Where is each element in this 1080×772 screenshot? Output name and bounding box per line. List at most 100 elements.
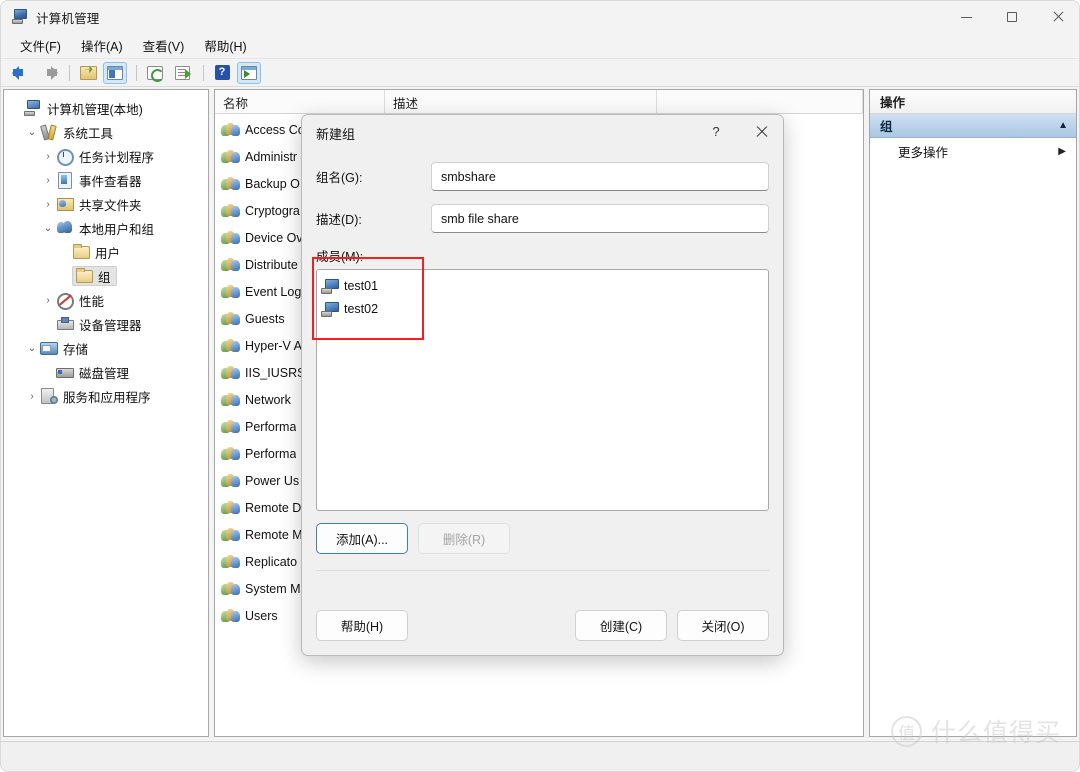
chevron-down-icon[interactable]: ⌄ bbox=[40, 223, 56, 234]
maximize-button[interactable] bbox=[989, 1, 1035, 33]
storage-icon bbox=[40, 340, 58, 356]
chevron-down-icon[interactable]: ⌄ bbox=[24, 343, 40, 354]
action-more-actions[interactable]: 更多操作 ▶ bbox=[870, 138, 1076, 164]
chevron-down-icon[interactable]: ⌄ bbox=[24, 127, 40, 138]
group-name-cell: Performa bbox=[245, 419, 297, 434]
group-name-cell: Remote D bbox=[245, 500, 302, 515]
member-list-item[interactable]: test01 bbox=[321, 274, 768, 297]
watermark-logo: 值 bbox=[890, 715, 922, 747]
chevron-right-icon[interactable]: › bbox=[40, 295, 56, 306]
list-header: 名称 描述 bbox=[215, 90, 863, 114]
close-dialog-button[interactable]: 关闭(O) bbox=[677, 610, 769, 641]
members-list[interactable]: test01 test02 bbox=[316, 269, 769, 511]
tree-item[interactable]: › 共享文件夹 bbox=[4, 192, 208, 216]
group-icon bbox=[221, 203, 240, 219]
column-name[interactable]: 名称 bbox=[215, 90, 385, 114]
up-folder-icon[interactable] bbox=[76, 62, 100, 84]
tree-item[interactable]: › 性能 bbox=[4, 288, 208, 312]
chevron-right-icon[interactable]: › bbox=[40, 175, 56, 186]
group-name-label: 组名(G): bbox=[316, 171, 363, 185]
group-icon bbox=[221, 365, 240, 381]
group-name-cell: Administr bbox=[245, 149, 298, 164]
tree-item-label: 事件查看器 bbox=[79, 174, 142, 189]
device-icon bbox=[56, 316, 74, 332]
chevron-up-icon[interactable]: ▲ bbox=[1058, 120, 1068, 131]
member-buttons: 添加(A)... 删除(R) bbox=[316, 523, 769, 554]
show-tree-pane-icon[interactable] bbox=[103, 61, 127, 84]
member-name: test01 bbox=[344, 278, 379, 293]
back-icon[interactable] bbox=[9, 62, 33, 84]
refresh-icon[interactable] bbox=[143, 62, 167, 84]
help-icon[interactable]: ? bbox=[210, 62, 234, 84]
perf-icon bbox=[56, 292, 74, 310]
tree-item[interactable]: 计算机管理(本地) bbox=[4, 96, 208, 120]
help-button[interactable]: 帮助(H) bbox=[316, 610, 408, 641]
tree-item-label: 组 bbox=[98, 270, 111, 285]
minimize-button[interactable] bbox=[943, 1, 989, 33]
close-button[interactable] bbox=[1035, 1, 1079, 33]
tools-icon bbox=[40, 124, 58, 140]
tree-item[interactable]: ⌄ 本地用户和组 bbox=[4, 216, 208, 240]
chevron-right-icon[interactable]: › bbox=[40, 151, 56, 162]
dialog-body: 组名(G): smbshare 描述(D): smb file share 成员… bbox=[302, 152, 783, 571]
member-name: test02 bbox=[344, 301, 379, 316]
menu-view[interactable]: 查看(V) bbox=[134, 33, 194, 58]
tree-item-content: 事件查看器 bbox=[56, 170, 145, 190]
actions-section-group[interactable]: 组 ▲ bbox=[870, 114, 1076, 138]
toolbar-separator bbox=[69, 64, 70, 81]
tree-item[interactable]: 设备管理器 bbox=[4, 312, 208, 336]
column-description[interactable]: 描述 bbox=[385, 90, 657, 114]
menu-help[interactable]: 帮助(H) bbox=[195, 33, 255, 58]
dialog-footer: 帮助(H) 创建(C) 关闭(O) bbox=[302, 610, 783, 641]
actions-pane: 操作 组 ▲ 更多操作 ▶ bbox=[869, 89, 1077, 737]
forward-icon[interactable] bbox=[36, 62, 60, 84]
event-icon bbox=[56, 172, 74, 189]
menu-action[interactable]: 操作(A) bbox=[72, 33, 132, 58]
dialog-close-icon[interactable] bbox=[741, 115, 781, 148]
toolbar-separator bbox=[203, 64, 204, 81]
dialog-divider bbox=[316, 570, 769, 571]
tree-item[interactable]: › 任务计划程序 bbox=[4, 144, 208, 168]
group-name-input[interactable]: smbshare bbox=[431, 162, 769, 191]
tree-item[interactable]: 组 bbox=[4, 264, 208, 288]
tree-item[interactable]: 用户 bbox=[4, 240, 208, 264]
show-action-pane-icon[interactable] bbox=[237, 61, 261, 84]
chevron-right-icon: ▶ bbox=[1058, 145, 1066, 157]
tree-item-label: 共享文件夹 bbox=[79, 198, 142, 213]
description-input[interactable]: smb file share bbox=[431, 204, 769, 233]
tree-item[interactable]: 磁盘管理 bbox=[4, 360, 208, 384]
remove-member-button: 删除(R) bbox=[418, 523, 510, 554]
tree-item[interactable]: ⌄ 系统工具 bbox=[4, 120, 208, 144]
tree-item-label: 磁盘管理 bbox=[79, 366, 130, 381]
add-member-button[interactable]: 添加(A)... bbox=[316, 523, 408, 554]
group-icon bbox=[221, 230, 240, 246]
group-name-cell: Performa bbox=[245, 446, 297, 461]
export-list-icon[interactable] bbox=[170, 62, 194, 84]
computer-icon bbox=[24, 100, 42, 116]
description-label: 描述(D): bbox=[316, 213, 362, 227]
group-name-cell: Remote M bbox=[245, 527, 303, 542]
menu-file[interactable]: 文件(F) bbox=[11, 33, 70, 58]
dialog-help-icon[interactable]: ? bbox=[696, 115, 736, 148]
tree-item[interactable]: › 事件查看器 bbox=[4, 168, 208, 192]
create-button[interactable]: 创建(C) bbox=[575, 610, 667, 641]
tree-item[interactable]: › 服务和应用程序 bbox=[4, 384, 208, 408]
chevron-right-icon[interactable]: › bbox=[40, 199, 56, 210]
group-name-cell: Distribute bbox=[245, 257, 298, 272]
disk-icon bbox=[56, 364, 74, 380]
tree-item-label: 存储 bbox=[63, 342, 89, 357]
tree-item-content: 任务计划程序 bbox=[56, 146, 157, 166]
group-icon bbox=[221, 149, 240, 165]
tree-item[interactable]: ⌄ 存储 bbox=[4, 336, 208, 360]
member-list-item[interactable]: test02 bbox=[321, 297, 768, 320]
tree-item-content: 本地用户和组 bbox=[56, 218, 157, 238]
share-icon bbox=[56, 196, 74, 212]
description-row: 描述(D): smb file share bbox=[316, 204, 769, 233]
group-icon bbox=[221, 608, 240, 624]
tree-item-label: 设备管理器 bbox=[79, 318, 142, 333]
chevron-right-icon[interactable]: › bbox=[24, 391, 40, 402]
dialog-title-bar: 新建组 ? bbox=[302, 115, 783, 152]
window-controls bbox=[943, 1, 1079, 33]
group-name-cell: Access Co bbox=[245, 122, 305, 137]
members-label: 成员(M): bbox=[316, 250, 364, 264]
